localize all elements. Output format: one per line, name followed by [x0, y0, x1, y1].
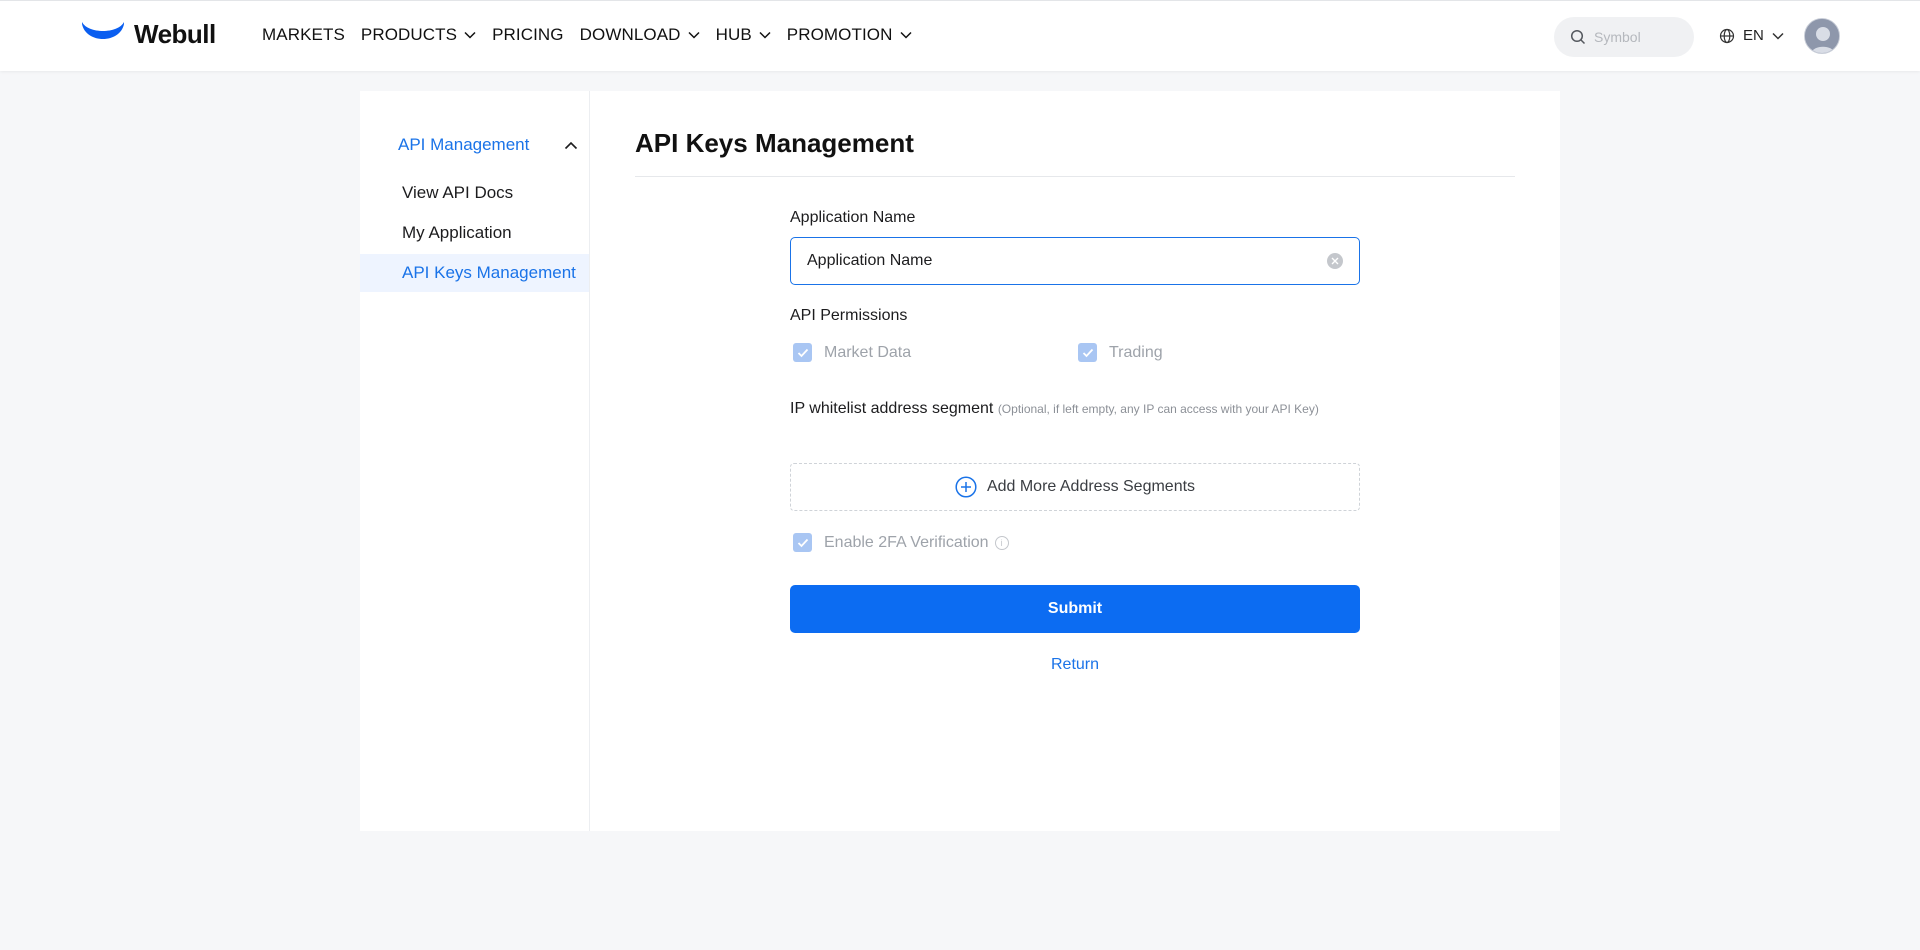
sidebar-item-label: View API Docs: [402, 183, 514, 202]
checked-checkbox-icon: [793, 533, 812, 552]
nav-label: PROMOTION: [786, 25, 893, 44]
sidebar: API Management View API Docs My Applicat…: [360, 91, 590, 831]
clear-input-icon[interactable]: [1327, 253, 1343, 269]
sidebar-item-api-keys-management[interactable]: API Keys Management: [360, 254, 589, 292]
permission-market-data[interactable]: Market Data: [793, 343, 911, 362]
application-name-input[interactable]: [807, 252, 1327, 270]
search-input[interactable]: [1594, 29, 1684, 45]
chevron-down-icon: [899, 31, 912, 39]
add-address-segment-button[interactable]: Add More Address Segments: [790, 463, 1360, 511]
user-avatar-icon: [1805, 19, 1839, 53]
sidebar-group-label: API Management: [398, 135, 530, 154]
sidebar-item-label: My Application: [402, 223, 512, 242]
title-divider: [635, 176, 1515, 177]
plus-circle-icon: [955, 476, 977, 498]
page-title: API Keys Management: [635, 128, 914, 158]
content-card: API Management View API Docs My Applicat…: [360, 91, 1560, 831]
nav-label: PRODUCTS: [360, 25, 458, 44]
submit-button[interactable]: Submit: [790, 585, 1360, 633]
ip-whitelist-title: IP whitelist address segment: [790, 400, 994, 417]
nav-pricing[interactable]: PRICING: [492, 25, 564, 45]
info-icon[interactable]: i: [994, 535, 1009, 550]
checked-checkbox-icon: [1078, 343, 1097, 362]
search-icon: [1570, 29, 1586, 45]
nav-markets[interactable]: MARKETS: [262, 25, 345, 45]
nav-promotion[interactable]: PROMOTION: [787, 25, 912, 45]
symbol-search[interactable]: [1554, 17, 1694, 57]
chevron-up-icon: [564, 141, 578, 149]
webull-logo[interactable]: Webull: [80, 18, 216, 50]
nav-label: PRICING: [492, 25, 564, 44]
sidebar-item-view-api-docs[interactable]: View API Docs: [360, 174, 589, 212]
nav-label: HUB: [715, 25, 752, 44]
nav-download[interactable]: DOWNLOAD: [580, 25, 700, 45]
nav-label: MARKETS: [262, 25, 345, 44]
nav-products[interactable]: PRODUCTS: [361, 25, 476, 45]
sidebar-item-my-application[interactable]: My Application: [360, 214, 589, 252]
permission-label: Trading: [1109, 343, 1163, 361]
nav-hub[interactable]: HUB: [716, 25, 771, 45]
permission-label: Market Data: [824, 343, 912, 361]
checked-checkbox-icon: [793, 343, 812, 362]
permission-trading[interactable]: Trading: [1078, 343, 1163, 362]
chevron-down-icon: [1772, 32, 1784, 40]
chevron-down-icon: [464, 31, 476, 39]
main-nav: MARKETS PRODUCTS PRICING DOWNLOAD HUB PR…: [262, 25, 928, 45]
chevron-down-icon: [759, 31, 771, 39]
application-name-label: Application Name: [790, 209, 916, 226]
chevron-down-icon: [688, 31, 700, 39]
ip-whitelist-hint: (Optional, if left empty, any IP can acc…: [997, 402, 1319, 416]
application-name-field[interactable]: [790, 237, 1360, 285]
ip-whitelist-label: IP whitelist address segment (Optional, …: [790, 396, 1360, 422]
sidebar-group-api-management[interactable]: API Management: [398, 135, 578, 155]
main-panel: API Keys Management Application Name API…: [590, 91, 1560, 831]
globe-icon: [1719, 28, 1735, 43]
nav-label: DOWNLOAD: [579, 25, 681, 44]
return-link[interactable]: Return: [790, 656, 1360, 674]
webull-logo-icon: [82, 22, 124, 39]
api-permissions-label: API Permissions: [790, 307, 908, 324]
sidebar-item-label: API Keys Management: [402, 263, 576, 282]
language-selector[interactable]: EN: [1719, 27, 1784, 44]
language-label: EN: [1743, 27, 1764, 44]
brand-name: Webull: [134, 18, 216, 49]
enable-2fa-label: Enable 2FA Verification: [824, 533, 989, 551]
add-address-segment-label: Add More Address Segments: [986, 478, 1196, 495]
user-avatar[interactable]: [1804, 18, 1840, 54]
top-navigation-bar: Webull MARKETS PRODUCTS PRICING DOWNLOAD…: [0, 0, 1920, 71]
enable-2fa-checkbox[interactable]: Enable 2FA Verification i: [790, 533, 1009, 552]
permission-checkboxes: Market Data Trading: [790, 343, 1360, 367]
